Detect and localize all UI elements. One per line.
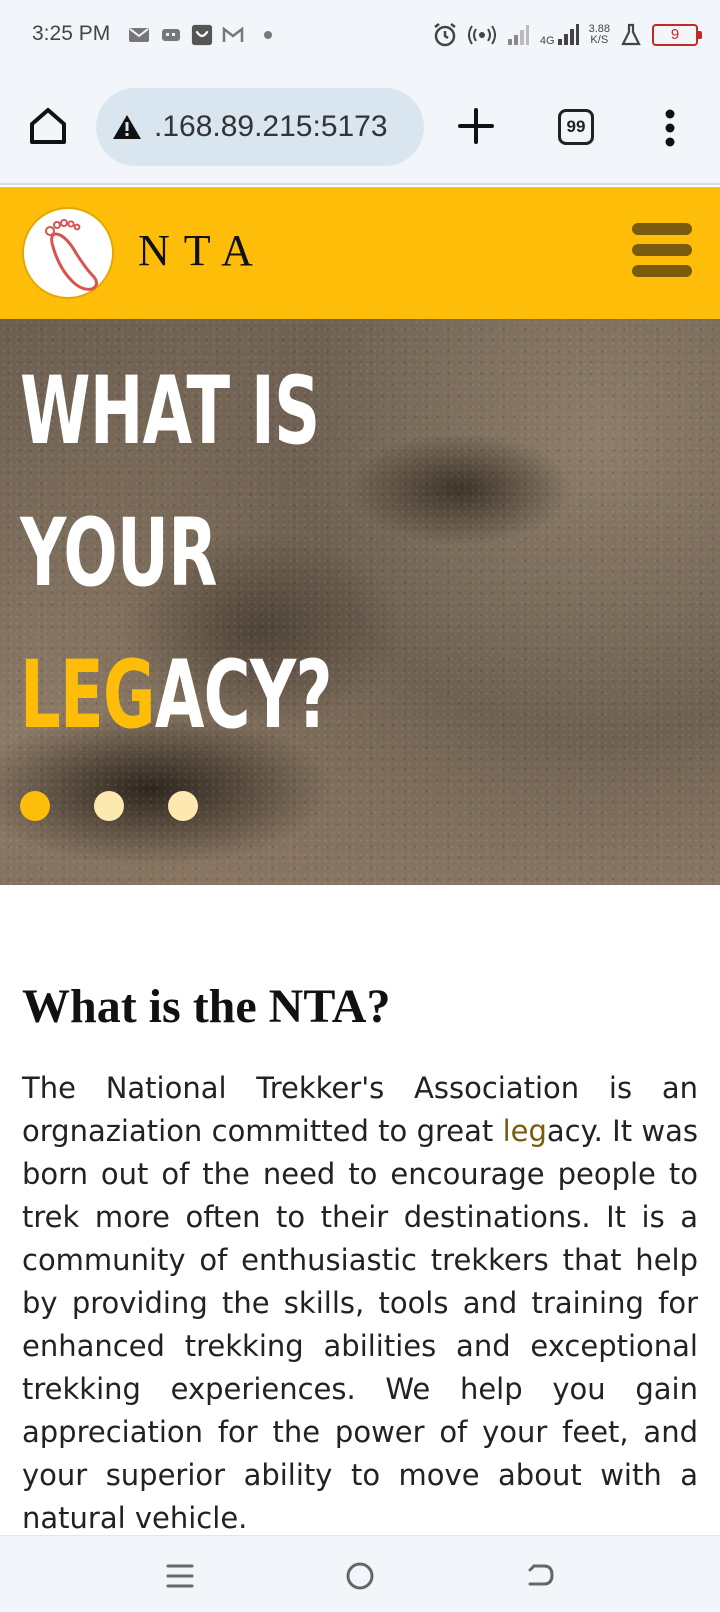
hero-title: WHAT IS YOUR LEGACY?: [20, 341, 537, 767]
signal-icon: [507, 25, 529, 45]
hero-line-2: LEGACY?: [20, 625, 537, 767]
browser-toolbar: .168.89.215:5173 99: [0, 72, 720, 185]
status-icons: 4G 3.88 K/S 9: [432, 20, 702, 50]
hamburger-bar: [632, 265, 692, 277]
footprint-icon: [45, 219, 99, 291]
signal-icon: [557, 24, 579, 45]
battery-icon: 9: [652, 24, 702, 46]
dot-icon: [264, 31, 272, 39]
network-speed-unit: K/S: [590, 34, 609, 46]
gmail-icon: [222, 26, 244, 42]
hero-line-1: WHAT IS YOUR: [20, 357, 320, 608]
carousel-dot-2[interactable]: [94, 791, 124, 821]
logo[interactable]: [22, 207, 114, 299]
recents-icon[interactable]: [160, 1556, 200, 1596]
body-text-2: acy. It was born out of the need to enco…: [22, 1114, 698, 1535]
hotspot-icon: [467, 25, 496, 45]
carousel-dot-3[interactable]: [168, 791, 198, 821]
about-section: What is the NTA? The National Trekker's …: [0, 885, 720, 1535]
hamburger-icon[interactable]: [632, 223, 692, 283]
home-icon[interactable]: [26, 104, 70, 148]
section-title: What is the NTA?: [22, 980, 391, 1033]
message-icon: [162, 29, 180, 41]
hero-carousel[interactable]: WHAT IS YOUR LEGACY?: [0, 319, 720, 885]
back-icon[interactable]: [520, 1556, 560, 1596]
site-header: NTA: [0, 187, 720, 319]
brand-name[interactable]: NTA: [138, 225, 267, 276]
network-speed: 3.88 K/S: [589, 24, 610, 46]
status-time: 3:25 PM: [32, 22, 111, 45]
tab-count[interactable]: 99: [567, 117, 586, 136]
hero-highlight: LEG: [20, 641, 156, 750]
body-highlight: leg: [502, 1114, 547, 1148]
system-nav-bar: [0, 1535, 720, 1612]
signal-4g: 4G: [540, 23, 579, 47]
carousel-dot-1[interactable]: [20, 791, 50, 821]
plus-icon[interactable]: [456, 106, 496, 146]
alarm-icon: [434, 23, 456, 47]
flask-icon: [621, 23, 641, 46]
more-vert-icon[interactable]: [660, 106, 680, 150]
shopping-icon: [191, 24, 213, 46]
carousel-dots: [20, 791, 198, 821]
url-text[interactable]: .168.89.215:5173: [154, 110, 388, 144]
warning-icon[interactable]: [112, 113, 142, 141]
address-bar[interactable]: .168.89.215:5173: [96, 88, 424, 166]
tabs-button[interactable]: 99: [558, 109, 594, 145]
hamburger-bar: [632, 223, 692, 235]
hamburger-bar: [632, 244, 692, 256]
gmail-icon: [129, 28, 149, 42]
status-bar: 3:25 PM 4G 3.88 K/S 9: [0, 0, 720, 72]
battery-level: 9: [670, 26, 680, 43]
network-type: 4G: [539, 35, 555, 47]
hero-line-2-rest: ACY?: [154, 641, 333, 750]
section-body: The National Trekker's Association is an…: [22, 1067, 698, 1535]
home-circle-icon[interactable]: [340, 1556, 380, 1596]
